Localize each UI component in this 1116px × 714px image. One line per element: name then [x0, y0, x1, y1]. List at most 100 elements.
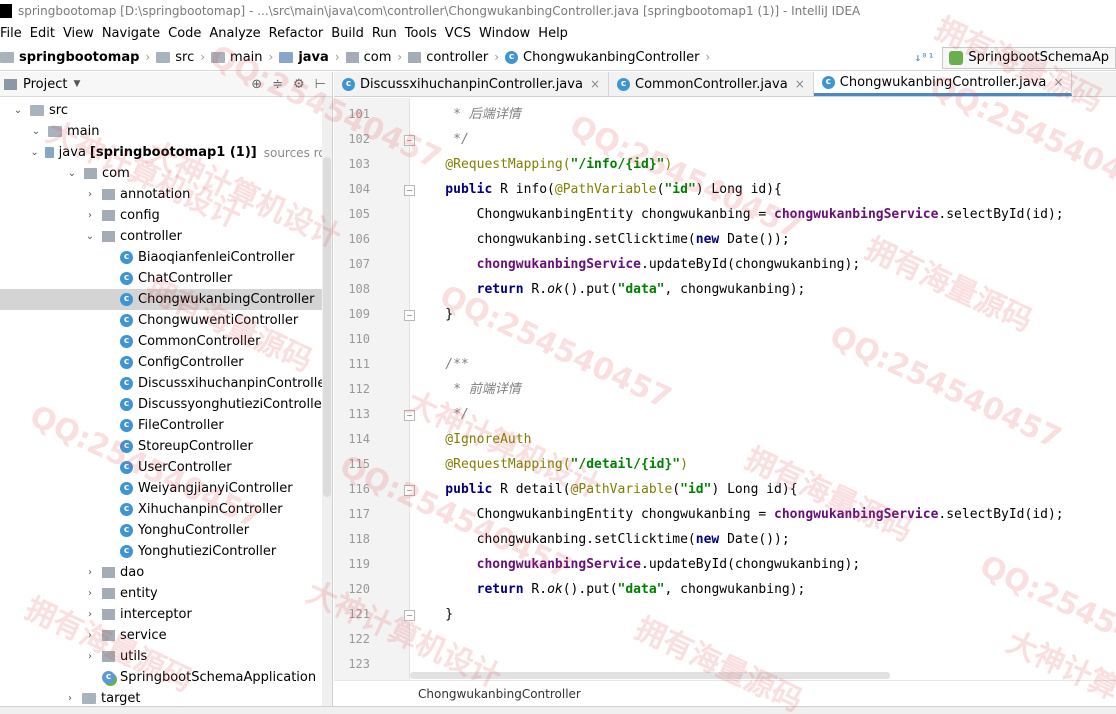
line-number: 107 [348, 257, 370, 271]
code-token: */ [414, 407, 469, 422]
run-configuration-selector[interactable]: SpringbootSchemaAp [942, 46, 1116, 69]
tree-item[interactable]: c SpringbootSchemaApplication [0, 667, 332, 688]
code-line: @RequestMapping("/detail/{id}") [414, 452, 688, 477]
editor-horizontal-scrollbar[interactable] [410, 672, 890, 679]
menu-run[interactable]: Run [370, 26, 403, 41]
tree-item-label: ChongwuwentiController [138, 313, 299, 328]
tree-item[interactable]: c DiscussyonghutieziController [0, 394, 332, 415]
nav-crumb-class[interactable]: c ChongwukanbingController › [505, 50, 716, 65]
tree-item[interactable]: c FileController [0, 415, 332, 436]
menu-analyze[interactable]: Analyze [207, 26, 266, 41]
chevron-down-icon[interactable]: ⌄ [12, 105, 24, 116]
chevron-right-icon[interactable]: › [64, 693, 76, 704]
menu-code[interactable]: Code [166, 26, 207, 41]
nav-crumb-main[interactable]: main › [211, 50, 279, 65]
editor-breadcrumb-class[interactable]: ChongwukanbingController [418, 687, 581, 701]
menu-vcs[interactable]: VCS [443, 26, 477, 41]
project-scrollbar-track[interactable] [322, 97, 332, 714]
editor-tab[interactable]: c CommonController.java × [609, 72, 814, 96]
class-icon: c [617, 77, 630, 91]
source-folder-icon [44, 147, 54, 158]
chevron-right-icon[interactable]: › [84, 210, 96, 221]
tree-item[interactable]: c ChatController [0, 268, 332, 289]
tree-item[interactable]: c ConfigController [0, 352, 332, 373]
tree-item-label: UserController [138, 460, 232, 475]
tree-item[interactable]: › interceptor [0, 604, 332, 625]
code-editor[interactable]: 101 102−103 104−105 106 107 108 109−110 111 112 1… [334, 98, 1116, 680]
editor-tab[interactable]: c ChongwukanbingController.java × [813, 71, 1073, 96]
gear-icon[interactable]: ⚙ [293, 77, 305, 92]
menu-refactor[interactable]: Refactor [267, 26, 330, 41]
tree-item[interactable]: c UserController [0, 457, 332, 478]
chevron-down-icon[interactable]: ⌄ [30, 147, 38, 158]
class-icon: c [120, 461, 133, 474]
chevron-right-icon[interactable]: › [84, 651, 96, 662]
nav-crumb-com[interactable]: com › [345, 50, 409, 65]
menu-window[interactable]: Window [477, 26, 536, 41]
chevron-right-icon[interactable]: › [84, 588, 96, 599]
chevron-right-icon[interactable]: › [84, 567, 96, 578]
collapse-all-icon[interactable]: ≑ [272, 77, 283, 92]
tree-item[interactable]: ⌄ src [0, 100, 332, 121]
tree-item[interactable]: c DiscussxihuchanpinController [0, 373, 332, 394]
hide-panel-icon[interactable]: ⊢ [315, 77, 326, 92]
chevron-right-icon[interactable]: › [84, 630, 96, 641]
line-number: 118 [348, 532, 370, 546]
tree-item[interactable]: › annotation [0, 184, 332, 205]
chevron-down-icon[interactable]: ⌄ [30, 126, 42, 137]
tree-item-label: utils [120, 649, 148, 664]
close-tab-icon[interactable]: × [795, 77, 805, 91]
tree-item[interactable]: c StoreupController [0, 436, 332, 457]
project-scrollbar-thumb[interactable] [323, 157, 331, 497]
tree-item[interactable]: ⌄ main [0, 121, 332, 142]
tree-item[interactable]: c XihuchanpinController [0, 499, 332, 520]
menu-tools[interactable]: Tools [403, 26, 443, 41]
chevron-right-icon[interactable]: › [84, 609, 96, 620]
tree-item[interactable]: c BiaoqianfenleiController [0, 247, 332, 268]
tree-item[interactable]: ⌄ java [springbootomap1 (1)] sources roo [0, 142, 332, 163]
code-token: , chongwukanbing); [664, 282, 806, 297]
code-token: R. [531, 282, 548, 297]
nav-crumb-controller[interactable]: controller › [408, 50, 505, 65]
project-panel-header: Project ▼ ⊕ ≑ ⚙ ⊢ [0, 72, 332, 97]
tree-item[interactable]: c YonghutieziController [0, 541, 332, 562]
locate-icon[interactable]: ⊕ [251, 77, 262, 92]
code-line: @IgnoreAuth [414, 427, 531, 452]
chevron-down-icon[interactable]: ⌄ [66, 168, 78, 179]
title-bar: springbootomap [D:\springbootomap] - ...… [0, 0, 1116, 22]
close-tab-icon[interactable]: × [590, 77, 600, 91]
menu-file[interactable]: File [0, 26, 28, 41]
tree-item[interactable]: ⌄ controller [0, 226, 332, 247]
nav-crumb-project[interactable]: springbootomap › [0, 50, 156, 65]
project-view-selector[interactable]: Project [23, 77, 67, 92]
tree-item[interactable]: › entity [0, 583, 332, 604]
tree-item[interactable]: › service [0, 625, 332, 646]
tree-item[interactable]: c ChongwukanbingController [0, 289, 332, 310]
menu-view[interactable]: View [61, 26, 100, 41]
close-tab-icon[interactable]: × [1053, 75, 1063, 89]
code-line: public R info(@PathVariable("id") Long i… [414, 177, 782, 202]
menu-edit[interactable]: Edit [28, 26, 61, 41]
nav-crumb-java[interactable]: java › [279, 50, 345, 65]
nav-crumb-src[interactable]: src › [156, 50, 211, 65]
chevron-right-icon[interactable]: › [84, 189, 96, 200]
class-icon: c [120, 293, 133, 306]
tree-item[interactable]: ⌄ com [0, 163, 332, 184]
chevron-down-icon[interactable]: ⌄ [84, 231, 96, 242]
chevron-down-icon[interactable]: ▼ [73, 79, 80, 89]
package-icon [408, 51, 422, 63]
tree-item[interactable]: › dao [0, 562, 332, 583]
tree-item[interactable]: › config [0, 205, 332, 226]
tree-item[interactable]: › utils [0, 646, 332, 667]
menu-help[interactable]: Help [536, 26, 574, 41]
code-line: ChongwukanbingEntity chongwukanbing = ch… [414, 202, 1064, 227]
menu-build[interactable]: Build [329, 26, 370, 41]
tree-item[interactable]: c CommonController [0, 331, 332, 352]
menu-navigate[interactable]: Navigate [100, 26, 166, 41]
sort-icon[interactable]: ↓⁰¹ [915, 51, 935, 64]
tree-item[interactable]: c ChongwuwentiController [0, 310, 332, 331]
editor-tab[interactable]: c DiscussxihuchanpinController.java × [334, 72, 609, 96]
code-token: } [414, 307, 454, 322]
tree-item[interactable]: c WeiyangjianyiController [0, 478, 332, 499]
tree-item[interactable]: c YonghuController [0, 520, 332, 541]
